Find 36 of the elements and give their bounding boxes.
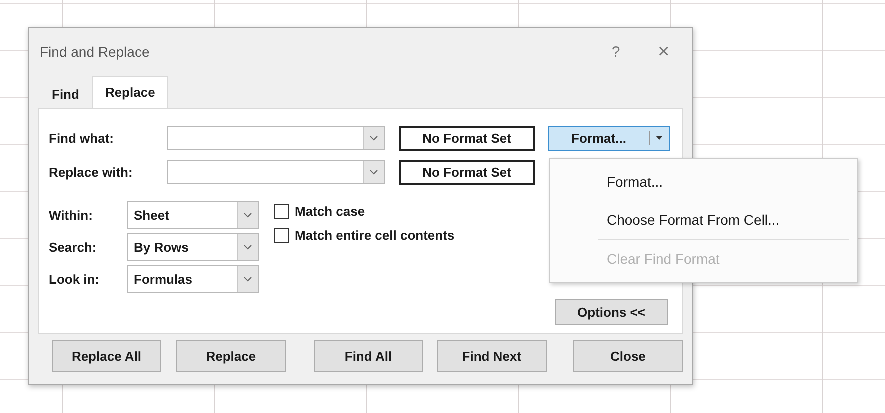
chevron-down-icon — [370, 136, 378, 140]
tab[interactable]: Replace — [92, 76, 168, 108]
find-all-button[interactable]: Find All — [314, 340, 424, 372]
close-button[interactable]: Close — [573, 340, 683, 372]
find-next-button[interactable]: Find Next — [437, 340, 547, 372]
dropdown[interactable]: By Rows — [127, 233, 259, 261]
option-label: Search: — [49, 240, 98, 254]
format-split-button[interactable]: Format... — [548, 126, 670, 150]
format-preview: No Format Set — [399, 160, 535, 184]
chevron-down-icon — [370, 170, 378, 174]
caret-icon — [656, 136, 663, 140]
option-label: Look in: — [49, 272, 101, 286]
menu-item[interactable]: Choose Format From Cell... — [550, 201, 857, 239]
checkbox[interactable] — [274, 228, 289, 242]
help-button[interactable]: ? — [596, 44, 636, 60]
tab[interactable]: Find — [39, 80, 92, 108]
options-button[interactable]: Options << — [555, 299, 668, 325]
format-preview: No Format Set — [399, 126, 535, 150]
checkbox[interactable] — [274, 204, 289, 218]
option-label: Within: — [49, 208, 94, 222]
checkbox-label: Match case — [295, 204, 366, 218]
combo-field[interactable] — [167, 160, 385, 184]
combo-field[interactable] — [167, 126, 385, 150]
dropdown[interactable]: Sheet — [127, 201, 259, 229]
dropdown[interactable]: Formulas — [127, 265, 259, 293]
close-button[interactable]: × — [636, 40, 692, 64]
chevron-down-icon — [244, 276, 252, 282]
replace-all-button[interactable]: Replace All — [52, 340, 162, 372]
replace-button[interactable]: Replace — [176, 340, 286, 372]
window-title: Find and Replace — [40, 44, 151, 60]
menu-item[interactable]: Format... — [550, 163, 857, 201]
chevron-down-icon — [244, 212, 252, 218]
field-label: Replace with: — [49, 164, 134, 180]
checkbox-label: Match entire cell contents — [295, 228, 455, 242]
field-label: Find what: — [49, 130, 115, 146]
chevron-down-icon — [244, 244, 252, 250]
